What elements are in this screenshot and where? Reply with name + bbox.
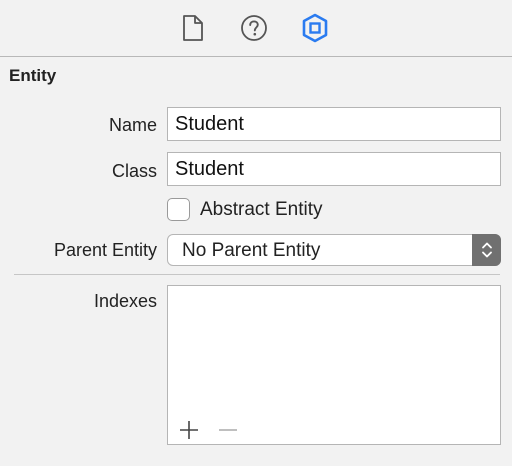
parent-entity-popup[interactable]: No Parent Entity xyxy=(167,234,501,266)
name-label: Name xyxy=(108,115,157,135)
parent-entity-value: No Parent Entity xyxy=(182,240,321,261)
section-title-entity: Entity xyxy=(9,66,57,85)
indexes-table xyxy=(167,285,501,445)
file-inspector-icon[interactable] xyxy=(177,12,209,44)
indexes-label: Indexes xyxy=(93,291,157,311)
chevron-updown-icon xyxy=(472,234,501,266)
section-divider xyxy=(14,274,500,275)
quick-help-icon[interactable] xyxy=(238,12,270,44)
indexes-list[interactable] xyxy=(168,286,500,414)
inspector-toolbar xyxy=(0,0,512,57)
remove-index-icon[interactable] xyxy=(216,418,240,442)
class-label: Class xyxy=(111,161,157,181)
class-field[interactable] xyxy=(167,152,501,186)
abstract-entity-checkbox[interactable] xyxy=(167,198,190,221)
name-field[interactable] xyxy=(167,107,501,141)
add-index-icon[interactable] xyxy=(177,418,201,442)
abstract-entity-label: Abstract Entity xyxy=(200,199,323,220)
data-model-inspector-icon[interactable] xyxy=(299,12,331,44)
parent-entity-label: Parent Entity xyxy=(53,240,157,260)
